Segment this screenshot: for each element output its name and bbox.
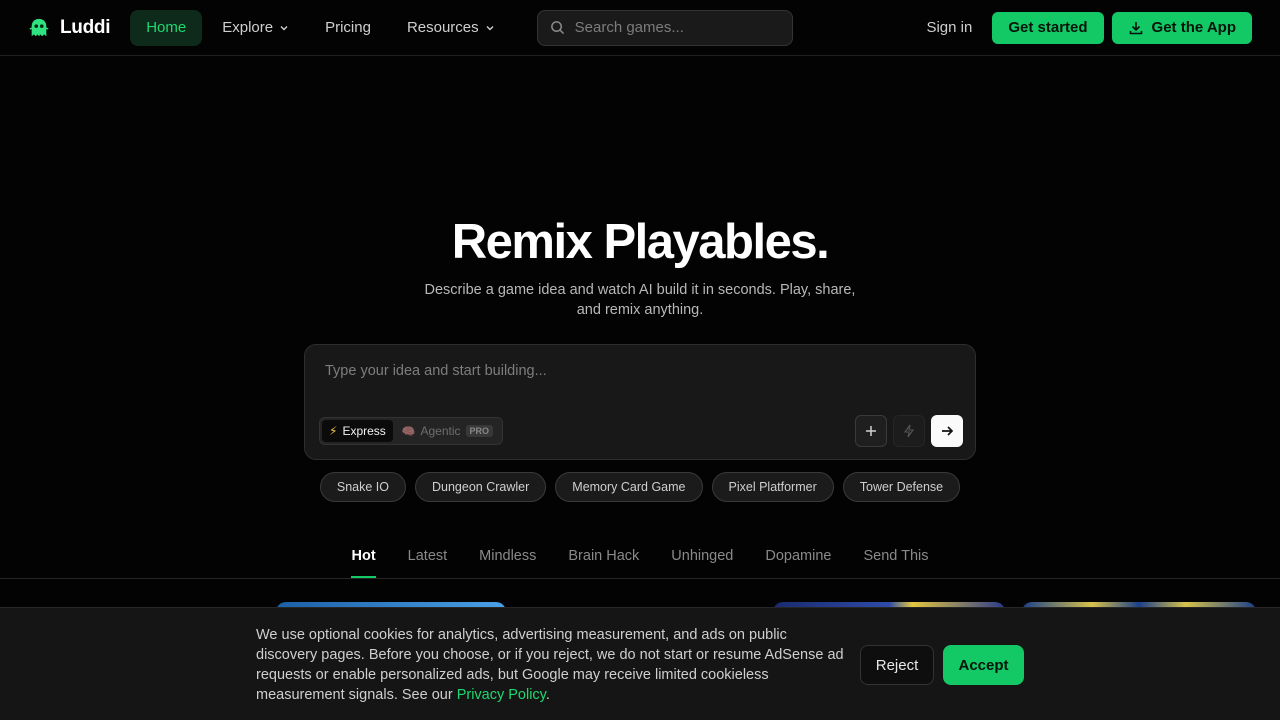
send-button[interactable] bbox=[931, 415, 963, 447]
tab-dopamine[interactable]: Dopamine bbox=[765, 538, 831, 578]
reject-button[interactable]: Reject bbox=[860, 645, 934, 685]
lightning-icon: ⚡ bbox=[329, 424, 338, 438]
sign-in-link[interactable]: Sign in bbox=[914, 19, 984, 36]
nav-explore[interactable]: Explore bbox=[206, 10, 305, 46]
suggestion-chips: Snake IO Dungeon Crawler Memory Card Gam… bbox=[0, 472, 1280, 502]
category-tabs: Hot Latest Mindless Brain Hack Unhinged … bbox=[0, 538, 1280, 579]
add-attachment-button[interactable] bbox=[855, 415, 887, 447]
nav-pricing-label: Pricing bbox=[325, 19, 371, 36]
nav-resources[interactable]: Resources bbox=[391, 10, 511, 46]
suggestion-chip[interactable]: Dungeon Crawler bbox=[415, 472, 547, 502]
nav-explore-label: Explore bbox=[222, 19, 274, 36]
hero-title: Remix Playables. bbox=[451, 215, 830, 269]
chevron-down-icon bbox=[486, 25, 494, 30]
mode-agentic-label: Agentic bbox=[420, 424, 461, 438]
arrow-right-icon bbox=[942, 426, 954, 436]
search-input[interactable] bbox=[574, 19, 775, 36]
suggestion-chip[interactable]: Memory Card Game bbox=[555, 472, 703, 502]
mode-agentic[interactable]: 🧠 Agentic PRO bbox=[395, 420, 500, 442]
brand-name: Luddi bbox=[60, 16, 111, 38]
cookie-trailing: . bbox=[545, 687, 550, 703]
get-started-button[interactable]: Get started bbox=[992, 11, 1104, 44]
accept-button[interactable]: Accept bbox=[943, 645, 1024, 685]
mode-toggle: ⚡ Express 🧠 Agentic PRO bbox=[319, 417, 504, 445]
download-icon bbox=[1129, 21, 1142, 34]
ghost-logo-icon bbox=[29, 18, 49, 36]
pro-badge: PRO bbox=[465, 425, 494, 437]
brain-icon: 🧠 bbox=[401, 425, 416, 438]
mode-express[interactable]: ⚡ Express bbox=[322, 420, 393, 442]
search-icon bbox=[550, 21, 564, 35]
nav-actions: Sign in Get started Get the App bbox=[914, 11, 1252, 44]
chevron-down-icon bbox=[280, 25, 288, 30]
mode-express-label: Express bbox=[342, 424, 386, 438]
tab-hot[interactable]: Hot bbox=[351, 538, 376, 578]
privacy-policy-link[interactable]: Privacy Policy bbox=[457, 687, 546, 703]
lightning-outline-icon bbox=[903, 424, 915, 438]
tab-mindless[interactable]: Mindless bbox=[479, 538, 536, 578]
idea-input[interactable] bbox=[325, 363, 955, 393]
nav-home[interactable]: Home bbox=[130, 9, 203, 46]
cookie-message: We use optional cookies for analytics, a… bbox=[256, 625, 848, 705]
tab-brain-hack[interactable]: Brain Hack bbox=[568, 538, 639, 578]
tab-send-this[interactable]: Send This bbox=[863, 538, 928, 578]
nav-pricing[interactable]: Pricing bbox=[309, 10, 387, 46]
plus-icon bbox=[866, 426, 876, 436]
prompt-box: ⚡ Express 🧠 Agentic PRO bbox=[304, 344, 976, 460]
enhance-button[interactable] bbox=[893, 415, 925, 447]
suggestion-chip[interactable]: Snake IO bbox=[319, 472, 406, 502]
top-nav: Luddi Home Explore Pricing Resources Sig… bbox=[0, 0, 1280, 56]
hero-subtitle: Describe a game idea and watch AI build … bbox=[424, 282, 856, 318]
tab-latest[interactable]: Latest bbox=[408, 538, 448, 578]
nav-home-label: Home bbox=[146, 19, 187, 36]
suggestion-chip[interactable]: Pixel Platformer bbox=[711, 472, 834, 502]
nav-resources-label: Resources bbox=[406, 19, 479, 36]
get-app-button[interactable]: Get the App bbox=[1111, 11, 1252, 44]
cookie-banner: We use optional cookies for analytics, a… bbox=[0, 607, 1280, 720]
suggestion-chip[interactable]: Tower Defense bbox=[842, 472, 961, 502]
get-started-label: Get started bbox=[1008, 19, 1088, 36]
tab-unhinged[interactable]: Unhinged bbox=[671, 538, 733, 578]
search-box[interactable] bbox=[536, 9, 793, 46]
get-app-label: Get the App bbox=[1151, 19, 1236, 36]
brand[interactable]: Luddi bbox=[28, 16, 111, 39]
